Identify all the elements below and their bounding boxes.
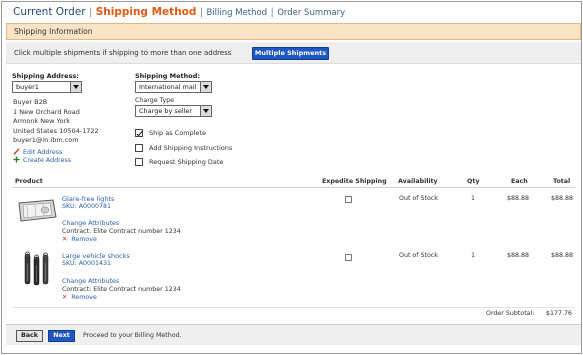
breadcrumb: Current Order | Shipping Method | Billin… [13, 6, 345, 18]
breadcrumb-separator: | [270, 7, 274, 18]
availability-status: Out of Stock [399, 252, 438, 259]
pencil-icon [13, 148, 20, 155]
edit-address-link[interactable]: Edit Address [13, 148, 62, 156]
edit-address-label: Edit Address [23, 149, 63, 156]
quantity-value: 1 [471, 252, 476, 259]
expedite-shipping-checkbox[interactable] [345, 196, 352, 203]
column-total: Total [553, 178, 571, 185]
footer-actions: Back Next Proceed to your Billing Method… [6, 324, 581, 345]
each-price: $88.88 [507, 195, 530, 202]
total-price: $88.88 [551, 252, 574, 259]
shipping-address-value: buyer1 [16, 83, 39, 91]
create-address-link[interactable]: Create Address [13, 156, 71, 164]
product-name-link[interactable]: Glare-free lights [62, 195, 114, 203]
plus-icon [13, 156, 20, 163]
create-address-label: Create Address [23, 157, 72, 164]
shipping-instructions-checkbox[interactable] [135, 144, 143, 152]
address-line: Buyer B2B [13, 98, 48, 106]
charge-type-label: Charge Type [135, 97, 175, 104]
product-contract: Contract: Elite Contract number 1234 [62, 228, 181, 235]
remove-label: Remove [71, 294, 97, 301]
remove-icon: ✕ [62, 294, 68, 301]
next-button[interactable]: Next [48, 330, 75, 342]
multiple-shipments-text: Click multiple shipments if shipping to … [14, 49, 232, 57]
back-button[interactable]: Back [16, 330, 43, 342]
shipping-method-value: International mail [139, 83, 197, 91]
request-shipping-date-option[interactable]: Request Shipping Date [135, 158, 223, 166]
request-shipping-date-checkbox[interactable] [135, 158, 143, 166]
shipping-method-label: Shipping Method: [135, 72, 200, 80]
change-attributes-link[interactable]: Change Attributes [62, 278, 119, 285]
section-title: Shipping Information [6, 23, 581, 40]
ship-as-complete-checkbox[interactable] [135, 129, 143, 137]
shock-absorber-product-image [24, 251, 49, 286]
total-price: $88.88 [551, 195, 574, 202]
remove-icon: ✕ [62, 236, 68, 243]
column-expedite-shipping: Expedite Shipping [322, 178, 387, 185]
column-availability: Availability [398, 178, 438, 185]
remove-link[interactable]: ✕ Remove [62, 236, 97, 243]
chevron-down-icon [200, 82, 211, 92]
product-sku: SKU: A0000781 [62, 203, 112, 210]
headlight-product-image [18, 199, 57, 222]
product-sku: SKU: A0001431 [62, 260, 112, 267]
ship-as-complete-option[interactable]: Ship as Complete [135, 129, 206, 137]
chevron-down-icon [200, 106, 211, 116]
shipping-address-block: Buyer B2B 1 New Orchard Road Armonk New … [13, 98, 99, 146]
column-product: Product [15, 178, 43, 185]
address-email: buyer1@in.ibm.com [13, 136, 79, 144]
checkout-panel: Current Order | Shipping Method | Billin… [1, 1, 582, 354]
breadcrumb-shipping-method: Shipping Method [95, 6, 197, 18]
breadcrumb-separator: | [88, 7, 93, 18]
shipping-instructions-option[interactable]: Add Shipping Instructions [135, 144, 232, 152]
request-shipping-date-label: Request Shipping Date [149, 158, 224, 166]
chevron-down-icon [70, 82, 81, 92]
table-header-divider [12, 187, 575, 188]
address-line: United States 10504-1722 [13, 126, 99, 135]
multiple-shipments-button[interactable]: Multiple Shipments [252, 47, 329, 60]
address-line: 1 New Orchard Road [13, 107, 80, 116]
charge-type-value: Charge by seller [139, 107, 193, 115]
address-line: Armonk New York [13, 117, 71, 125]
column-each: Each [511, 178, 528, 185]
column-qty: Qty [467, 178, 480, 185]
breadcrumb-order-summary: Order Summary [277, 8, 346, 18]
remove-link[interactable]: ✕ Remove [62, 294, 97, 301]
shipping-instructions-label: Add Shipping Instructions [149, 144, 233, 152]
product-contract: Contract: Elite Contract number 1234 [62, 286, 181, 293]
availability-status: Out of Stock [399, 195, 438, 202]
product-name-link[interactable]: Large vehicle shocks [62, 252, 130, 260]
quantity-value: 1 [471, 195, 476, 202]
order-subtotal-value: $177.76 [546, 310, 573, 317]
breadcrumb-separator: | [199, 7, 204, 18]
shipping-address-label: Shipping Address: [12, 72, 79, 80]
expedite-shipping-checkbox[interactable] [345, 254, 352, 261]
footer-instruction: Proceed to your Billing Method. [83, 332, 182, 339]
change-attributes-link[interactable]: Change Attributes [62, 220, 119, 227]
remove-label: Remove [71, 236, 97, 243]
subtotal-divider [12, 307, 575, 308]
each-price: $88.88 [507, 252, 530, 259]
order-subtotal-label: Order Subtotal: [486, 310, 535, 317]
ship-as-complete-label: Ship as Complete [149, 129, 207, 137]
charge-type-select[interactable]: Charge by seller [135, 105, 212, 117]
breadcrumb-billing-method: Billing Method [206, 8, 268, 18]
shipping-address-select[interactable]: buyer1 [12, 81, 82, 93]
breadcrumb-current-order[interactable]: Current Order [13, 6, 86, 18]
shipping-method-select[interactable]: International mail [135, 81, 212, 93]
multiple-shipments-row: Click multiple shipments if shipping to … [6, 42, 581, 64]
